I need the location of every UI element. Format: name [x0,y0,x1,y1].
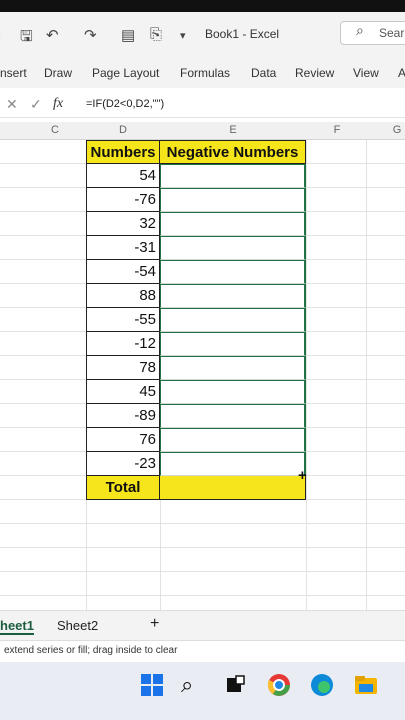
number-cell[interactable]: -89 [86,404,160,428]
tab-review[interactable]: Review [295,66,334,80]
window-title: Book1 - Excel [205,27,280,41]
formula-input[interactable]: =IF(D2<0,D2,"") [86,98,164,110]
grid-line [306,140,307,610]
negative-number-cell[interactable] [160,284,306,308]
negative-number-cell[interactable] [160,260,306,284]
file-explorer-icon[interactable] [353,672,379,698]
negative-number-cell[interactable] [160,308,306,332]
layout-icon[interactable]: ▤ [121,26,135,44]
undo-icon[interactable]: ↶ [46,26,59,44]
search-icon: ⌕ [356,22,364,38]
header-numbers[interactable]: Numbers [86,140,160,164]
enter-icon[interactable]: ✓ [30,96,42,113]
number-cell[interactable]: 88 [86,284,160,308]
status-text: extend series or fill; drag inside to cl… [4,645,178,656]
header-negative-numbers[interactable]: Negative Numbers [160,140,306,164]
tab-view[interactable]: View [353,66,379,80]
column-header-d[interactable]: D [113,124,133,136]
column-header-g[interactable]: G [387,124,405,136]
total-label[interactable]: Total [86,476,160,500]
number-cell[interactable]: -31 [86,236,160,260]
tab-page-layout[interactable]: Page Layout [92,66,159,80]
tab-insert[interactable]: nsert [0,66,27,80]
negative-number-cell[interactable] [160,452,306,476]
chrome-icon[interactable] [266,672,292,698]
negative-number-cell[interactable] [160,236,306,260]
negative-number-cell[interactable] [160,404,306,428]
column-header-c[interactable]: C [45,124,65,136]
top-edge [0,0,405,12]
negative-number-cell[interactable] [160,164,306,188]
negative-number-cell[interactable] [160,428,306,452]
grid-line [366,140,367,610]
number-cell[interactable]: 45 [86,380,160,404]
insert-function-icon[interactable]: fx [53,96,63,112]
redo-icon[interactable]: ↷ [84,26,97,44]
column-header-e[interactable]: E [223,124,243,136]
number-cell[interactable]: 78 [86,356,160,380]
search-taskbar-icon[interactable]: ⌕ [181,672,207,698]
negative-number-cell[interactable] [160,188,306,212]
negative-number-cell[interactable] [160,380,306,404]
column-header-f[interactable]: F [327,124,347,136]
number-cell[interactable]: -55 [86,308,160,332]
sheet-tab-sheet2[interactable]: Sheet2 [57,618,98,633]
save-icon[interactable]: 🖫 [20,26,33,51]
account-icon[interactable]: ◐ [0,26,3,43]
number-cell[interactable]: 54 [86,164,160,188]
add-sheet-button[interactable]: + [150,615,159,633]
edge-icon[interactable] [309,672,335,698]
touch-mode-icon[interactable]: ⎘ [150,26,162,43]
number-cell[interactable]: -76 [86,188,160,212]
sheet-tab-sheet1[interactable]: heet1 [0,618,34,635]
customize-dropdown-icon[interactable]: ▾ [180,29,186,42]
number-cell[interactable]: -23 [86,452,160,476]
fill-handle-cursor[interactable]: + [298,467,307,484]
windows-icon[interactable] [139,672,165,698]
number-cell[interactable]: 76 [86,428,160,452]
tab-formulas[interactable]: Formulas [180,66,230,80]
number-cell[interactable]: -12 [86,332,160,356]
negative-number-cell[interactable] [160,356,306,380]
negative-number-cell[interactable] [160,212,306,236]
search-box[interactable]: Sear [340,21,405,45]
number-cell[interactable]: -54 [86,260,160,284]
widgets-icon[interactable] [222,672,248,698]
tab-data[interactable]: Data [251,66,276,80]
negative-number-cell[interactable] [160,332,306,356]
total-value-cell[interactable] [160,476,306,500]
tab-more[interactable]: A [398,66,405,80]
number-cell[interactable]: 32 [86,212,160,236]
tab-draw[interactable]: Draw [44,66,72,80]
cancel-icon[interactable]: ✕ [6,96,18,113]
